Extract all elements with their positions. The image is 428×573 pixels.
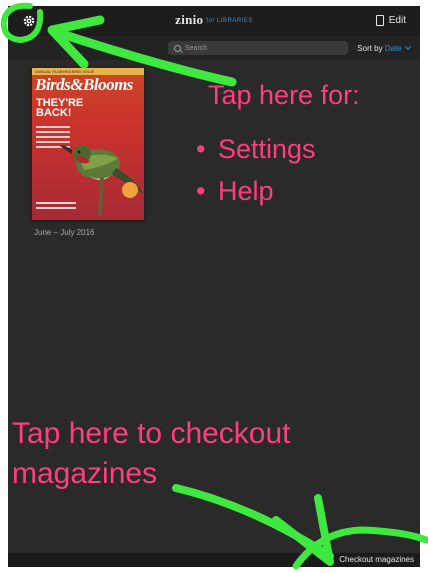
logo-text: zinio <box>175 12 204 27</box>
logo-subtitle: for LIBRARIES <box>206 18 253 25</box>
edit-button[interactable]: Edit <box>375 15 406 26</box>
annotation-item-help: Help <box>218 176 274 206</box>
search-icon <box>174 44 181 52</box>
annotation-checkout: Tap here to checkout magazines <box>12 417 291 490</box>
cover-masthead: Birds&Blooms <box>35 75 133 94</box>
annotation-item: • Settings <box>196 134 316 164</box>
bottom-bar: Checkout magazines <box>8 553 420 567</box>
chevron-down-icon <box>405 44 411 50</box>
document-icon <box>375 15 384 26</box>
annotation-list: • Settings • Help <box>196 128 316 212</box>
annotation-item: • Help <box>196 176 274 206</box>
sort-dropdown[interactable]: Sort by Date <box>357 44 411 53</box>
checkout-magazines-button[interactable]: Checkout magazines <box>339 555 414 564</box>
search-row: Search Sort by Date <box>8 36 420 60</box>
sort-value: Date <box>384 44 402 53</box>
cover-badge <box>122 182 138 198</box>
edit-label: Edit <box>388 15 406 26</box>
app-logo: zinio for LIBRARIES <box>8 12 420 28</box>
cover-band: ANNUAL HUMMINGBIRD ISSUE <box>32 68 144 75</box>
annotation-item-settings: Settings <box>218 134 316 164</box>
search-placeholder: Search <box>185 44 208 52</box>
cover-headline: THEY'RE BACK! <box>36 97 84 119</box>
search-input[interactable]: Search <box>168 41 348 55</box>
top-bar: zinio for LIBRARIES Edit <box>8 6 420 36</box>
cover-footer-lines <box>36 202 76 212</box>
issue-date: June – July 2016 <box>34 228 95 237</box>
annotation-title: Tap here for: <box>208 80 360 110</box>
sort-label: Sort by <box>357 44 383 53</box>
magazine-cover[interactable]: ANNUAL HUMMINGBIRD ISSUE Birds&Blooms TH… <box>32 68 144 220</box>
